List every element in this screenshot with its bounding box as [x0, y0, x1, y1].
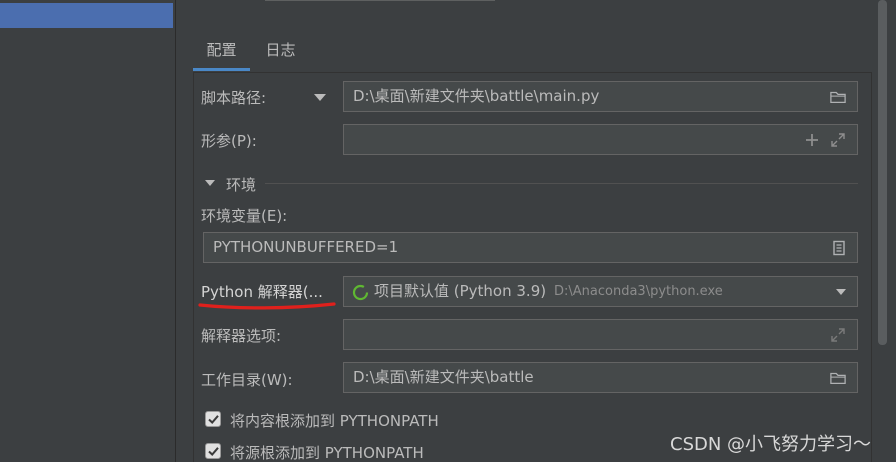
tab-log-label: 日志: [265, 41, 296, 59]
source-root-label: 将源根添加到 PYTHONPATH: [230, 444, 424, 462]
red-underline-annotation: [198, 302, 336, 310]
watermark-text: CSDN @小飞努力学习～: [670, 434, 872, 455]
top-divider: [265, 0, 495, 1]
tab-config[interactable]: 配置: [193, 36, 250, 72]
workdir-label: 工作目录(W):: [201, 371, 293, 389]
checkmark-icon: [208, 415, 219, 424]
expand-icon[interactable]: [830, 327, 846, 343]
interpreter-value: 项目默认值 (Python 3.9): [374, 282, 547, 300]
params-field[interactable]: [343, 124, 858, 155]
scrollbar[interactable]: [878, 0, 887, 345]
add-icon[interactable]: [804, 132, 820, 148]
interpreter-dropdown[interactable]: 项目默认值 (Python 3.9) D:\Anaconda3\python.e…: [343, 276, 858, 307]
env-vars-value: PYTHONUNBUFFERED=1: [213, 238, 399, 256]
source-root-checkbox[interactable]: [205, 443, 221, 459]
checkmark-icon: [208, 447, 219, 456]
loading-icon: [352, 284, 369, 301]
folder-icon[interactable]: [830, 370, 846, 386]
expand-icon[interactable]: [830, 132, 846, 148]
interp-options-label: 解释器选项:: [201, 327, 282, 345]
tab-config-label: 配置: [206, 41, 237, 59]
content-root-label: 将内容根添加到 PYTHONPATH: [230, 412, 439, 430]
sidebar-selected-item[interactable]: [0, 3, 173, 28]
env-collapse-icon[interactable]: [205, 180, 215, 186]
workdir-field[interactable]: D:\桌面\新建文件夹\battle: [343, 362, 858, 393]
env-vars-label: 环境变量(E):: [201, 207, 288, 225]
chevron-down-icon[interactable]: [836, 289, 846, 295]
workdir-value: D:\桌面\新建文件夹\battle: [353, 368, 534, 386]
tab-log[interactable]: 日志: [258, 36, 303, 72]
env-vars-field[interactable]: PYTHONUNBUFFERED=1: [203, 232, 858, 263]
interpreter-path: D:\Anaconda3\python.exe: [554, 284, 723, 299]
left-sidebar: [0, 0, 176, 462]
script-type-dropdown-icon[interactable]: [314, 94, 326, 101]
document-icon[interactable]: [831, 240, 847, 256]
script-path-field[interactable]: D:\桌面\新建文件夹\battle\main.py: [343, 81, 858, 112]
tab-active-indicator: [193, 68, 250, 71]
content-root-checkbox[interactable]: [205, 411, 221, 427]
script-path-label: 脚本路径:: [201, 89, 267, 107]
params-label: 形参(P):: [201, 132, 257, 150]
env-section-divider: [265, 183, 858, 184]
interp-options-field[interactable]: [343, 319, 858, 350]
script-path-value: D:\桌面\新建文件夹\battle\main.py: [353, 87, 600, 105]
env-section-title: 环境: [226, 176, 257, 194]
folder-icon[interactable]: [830, 89, 846, 105]
